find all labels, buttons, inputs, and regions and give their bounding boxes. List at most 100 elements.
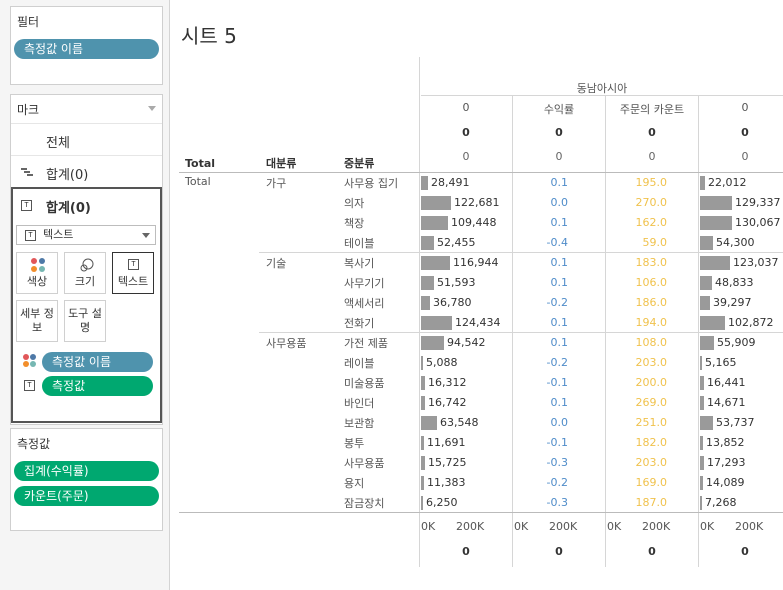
sales-bar: [421, 196, 451, 210]
order-count-value: 195.0: [635, 176, 668, 189]
subcategory-label: 바인더: [344, 397, 375, 410]
profit-ratio-value: 0.0: [550, 196, 569, 209]
mark-type-dropdown[interactable]: T 텍스트: [16, 225, 156, 245]
grid-line: [179, 512, 783, 513]
detail-tile[interactable]: 세부 정보: [16, 300, 58, 342]
profit-ratio-value: 0.1: [550, 276, 569, 289]
axis-zero: 0: [741, 545, 749, 558]
sales-bar: [421, 176, 428, 190]
size-tile[interactable]: 크기: [64, 252, 106, 294]
sales-value: 6,250: [426, 496, 458, 509]
profit-ratio-value: 0.0: [550, 416, 569, 429]
sales-bar: [700, 236, 713, 250]
text-shelf-icon: T: [24, 380, 35, 391]
marks-sum-row[interactable]: 합계(0): [11, 156, 162, 188]
order-count-value: 108.0: [635, 336, 668, 349]
sales-bar: [421, 276, 434, 290]
profit-ratio-value: 0.1: [550, 396, 569, 409]
measure-pill-profit-ratio[interactable]: 집계(수익률): [14, 461, 159, 481]
subcategory-label: 사무용품: [344, 457, 385, 470]
sales-value: 63,548: [440, 416, 479, 429]
gantt-icon: [21, 166, 33, 176]
profit-ratio-value: -0.1: [546, 436, 568, 449]
col-header-4: 0: [741, 101, 749, 114]
sales-bar: [700, 396, 704, 410]
chevron-down-icon: [142, 233, 150, 238]
total-row-label: Total: [185, 175, 211, 188]
subcategory-label: 미술용품: [344, 377, 385, 390]
sales-value: 102,872: [728, 316, 774, 329]
subcategory-label: 용지: [344, 477, 365, 490]
order-count-value: 186.0: [635, 296, 668, 309]
axis-tick: 0K: [421, 520, 436, 533]
color-tile[interactable]: 색상: [16, 252, 58, 294]
col-header-1: 0: [462, 101, 470, 114]
region-header: 동남아시아: [576, 82, 628, 95]
sales-value: 13,852: [706, 436, 745, 449]
order-count-value: 59.0: [642, 236, 668, 249]
text-pill-measure-values[interactable]: 측정값: [42, 376, 153, 396]
sales-value: 36,780: [433, 296, 472, 309]
subcategory-label: 테이블: [344, 237, 375, 250]
sales-value: 122,681: [454, 196, 500, 209]
marks-all-row[interactable]: 전체: [11, 124, 162, 156]
sales-bar: [700, 296, 710, 310]
sales-bar: [421, 396, 425, 410]
sales-bar: [421, 476, 424, 490]
order-count-value: 200.0: [635, 376, 668, 389]
subcategory-label: 책장: [344, 217, 365, 230]
measure-values-title: 측정값: [17, 437, 51, 451]
sales-bar: [700, 456, 704, 470]
marks-card: 마크 전체 합계(0) T 합계(0) T 텍스트 색상 크기 T 텍스트 세부…: [10, 94, 163, 425]
sales-bar: [421, 376, 425, 390]
subcategory-label: 사무기기: [344, 277, 385, 290]
subcategory-label: 사무용 집기: [344, 177, 399, 190]
sales-bar: [421, 496, 423, 510]
sales-bar: [700, 476, 703, 490]
sales-value: 51,593: [437, 276, 476, 289]
sales-value: 129,337: [735, 196, 781, 209]
profit-ratio-value: -0.3: [546, 456, 568, 469]
sales-value: 5,088: [426, 356, 458, 369]
measure-values-card: 측정값 집계(수익률) 카운트(주문): [10, 428, 163, 531]
text-mark-icon: T: [21, 200, 32, 211]
subcategory-label: 봉투: [344, 437, 365, 450]
grid-line: [421, 95, 783, 96]
sales-value: 94,542: [447, 336, 486, 349]
sales-value: 16,441: [707, 376, 746, 389]
sales-bar: [421, 316, 452, 330]
order-count-value: 270.0: [635, 196, 668, 209]
header-zero: 0: [648, 150, 656, 163]
text-tile[interactable]: T 텍스트: [112, 252, 154, 294]
marks-collapse-icon[interactable]: [148, 106, 156, 111]
color-pill-measure-names[interactable]: 측정값 이름: [42, 352, 153, 372]
measure-pill-order-count[interactable]: 카운트(주문): [14, 486, 159, 506]
axis-zero: 0: [648, 545, 656, 558]
sheet-title: 시트 5: [181, 24, 237, 48]
subcategory-label: 보관함: [344, 417, 375, 430]
sales-value: 14,089: [706, 476, 745, 489]
sales-value: 16,742: [428, 396, 467, 409]
grid-line: [605, 95, 606, 172]
sales-bar: [700, 336, 714, 350]
sales-bar: [421, 256, 450, 270]
tooltip-tile[interactable]: 도구 설명: [64, 300, 106, 342]
sales-bar: [421, 296, 430, 310]
header-zero: 0: [555, 150, 563, 163]
filter-pill-measure-names[interactable]: 측정값 이름: [14, 39, 159, 59]
subcategory-label: 가전 제품: [344, 337, 388, 350]
sales-value: 16,312: [428, 376, 467, 389]
profit-ratio-value: -0.1: [546, 376, 568, 389]
sales-value: 109,448: [451, 216, 497, 229]
grid-line: [698, 172, 699, 567]
sales-bar: [700, 436, 703, 450]
sales-bar: [421, 456, 425, 470]
subcategory-label: 의자: [344, 197, 365, 210]
grid-line: [512, 95, 513, 172]
profit-ratio-value: 0.1: [550, 336, 569, 349]
axis-tick: 0K: [700, 520, 715, 533]
marks-active-label: 합계(0): [46, 201, 91, 216]
profit-ratio-value: -0.3: [546, 496, 568, 509]
sales-value: 54,300: [716, 236, 755, 249]
category-label: 기술: [266, 257, 287, 270]
